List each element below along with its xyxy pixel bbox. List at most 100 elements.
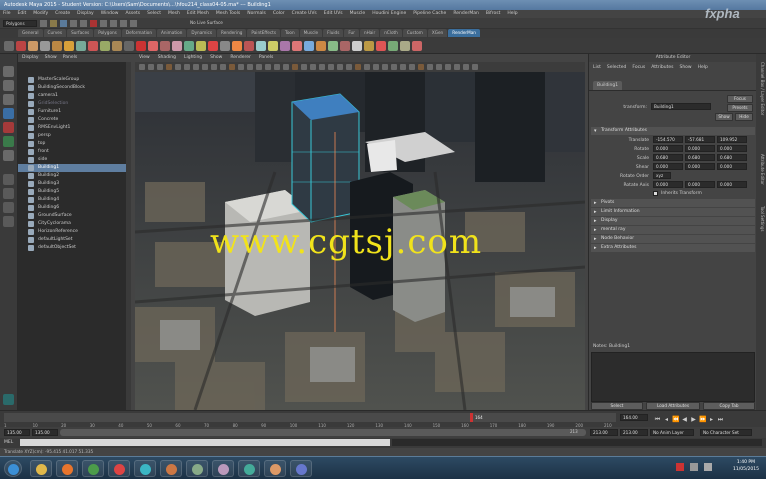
viewport-tool-icon[interactable] [184, 64, 190, 70]
outliner-item[interactable]: front [18, 148, 126, 156]
presets-button[interactable]: Presets [727, 104, 753, 112]
app-task-icon[interactable] [212, 460, 234, 477]
anim-end-field[interactable]: 213.00 [620, 429, 648, 436]
viewport-tool-icon[interactable] [400, 64, 406, 70]
menu-select[interactable]: Select [147, 10, 161, 18]
shelf-tab-polygons[interactable]: Polygons [94, 29, 121, 37]
app-task-icon[interactable] [290, 460, 312, 477]
viewport-tool-icon[interactable] [418, 64, 424, 70]
translate-x-field[interactable]: -154.570 [653, 136, 683, 143]
scale-x-field[interactable]: 0.680 [653, 154, 683, 161]
taskbar-clock[interactable]: 1:40 PM 11/05/2015 [733, 459, 759, 473]
outliner-item[interactable]: RMSEnvLight1 [18, 124, 126, 132]
select-mode-icon[interactable] [90, 20, 97, 27]
section-transform-attributes[interactable]: Transform Attributes [591, 127, 755, 135]
playback-end-field[interactable]: 213.00 [590, 429, 618, 436]
shelf-tool-icon[interactable] [388, 41, 398, 51]
shelf-tool-icon[interactable] [256, 41, 266, 51]
attr-menu-show[interactable]: Show [679, 62, 691, 74]
outliner-item[interactable]: Building3 [18, 180, 126, 188]
character-set-dropdown[interactable]: No Character Set [700, 429, 752, 436]
last-tool-icon[interactable] [3, 150, 14, 161]
viewport-menu-show[interactable]: Show [210, 54, 222, 62]
explorer-task-icon[interactable] [30, 460, 52, 477]
renderman-settings-icon[interactable] [40, 41, 50, 51]
shelf-tab-deformation[interactable]: Deformation [121, 29, 156, 37]
outliner-item[interactable]: GroundSurface [18, 212, 126, 220]
mel-input[interactable] [20, 439, 390, 446]
select-tool-icon[interactable] [3, 66, 14, 77]
shelf-tool-icon[interactable] [220, 41, 230, 51]
viewport-tool-icon[interactable] [427, 64, 433, 70]
viewport-tool-icon[interactable] [292, 64, 298, 70]
viewport-tool-icon[interactable] [274, 64, 280, 70]
shelf-tab-nhair[interactable]: nHair [359, 29, 380, 37]
translate-z-field[interactable]: 109.952 [717, 136, 747, 143]
outliner-item[interactable]: Building4 [18, 196, 126, 204]
menu-normals[interactable]: Normals [247, 10, 266, 18]
step-back-icon[interactable]: ◂ [663, 416, 670, 423]
viewport-tool-icon[interactable] [382, 64, 388, 70]
shelf-tool-icon[interactable] [124, 41, 134, 51]
notification-icon[interactable] [676, 463, 684, 471]
outliner-menu-show[interactable]: Show [45, 54, 57, 62]
play-forward-icon[interactable]: ▶ [690, 416, 697, 423]
start-button[interactable] [4, 460, 22, 477]
shelf-tab-surfaces[interactable]: Surfaces [67, 29, 94, 37]
live-surface-label[interactable]: No Live Surface [190, 20, 223, 25]
shelf-tool-icon[interactable] [280, 41, 290, 51]
playback-start-field[interactable]: 135.00 [32, 429, 58, 436]
tab-building1[interactable]: Building1 [593, 81, 623, 90]
notes-textarea[interactable] [591, 352, 755, 402]
menu-mesh-tools[interactable]: Mesh Tools [216, 10, 240, 18]
shelf-tab-toon[interactable]: Toon [281, 29, 299, 37]
transform-name-field[interactable]: Building1 [651, 103, 711, 110]
select-button[interactable]: Select [591, 402, 643, 410]
viewport-tool-icon[interactable] [193, 64, 199, 70]
viewport-menu-panels[interactable]: Panels [259, 54, 273, 62]
current-frame-field[interactable]: 164.00 [620, 414, 648, 421]
outliner-item[interactable]: persp [18, 132, 126, 140]
viewport-tool-icon[interactable] [355, 64, 361, 70]
scale-z-field[interactable]: 0.680 [717, 154, 747, 161]
menu-muscle[interactable]: Muscle [350, 10, 366, 18]
step-forward-icon[interactable]: ▸ [708, 416, 715, 423]
section-display[interactable]: Display [591, 217, 755, 225]
shelf-tool-icon[interactable] [244, 41, 254, 51]
viewport-tool-icon[interactable] [463, 64, 469, 70]
attr-menu-focus[interactable]: Focus [632, 62, 645, 74]
outliner-item[interactable]: Building2 [18, 172, 126, 180]
menu-mesh[interactable]: Mesh [168, 10, 180, 18]
viewport-tool-icon[interactable] [364, 64, 370, 70]
shelf-tool-icon[interactable] [268, 41, 278, 51]
section-extra-attributes[interactable]: Extra Attributes [591, 244, 755, 252]
anim-layer-dropdown[interactable]: No Anim Layer [650, 429, 694, 436]
viewport-tool-icon[interactable] [301, 64, 307, 70]
viewport-tool-icon[interactable] [148, 64, 154, 70]
render-icon[interactable] [130, 20, 137, 27]
app-task-icon[interactable] [238, 460, 260, 477]
chrome-task-icon[interactable] [82, 460, 104, 477]
shelf-tab-muscle[interactable]: Muscle [299, 29, 323, 37]
shelf-tool-icon[interactable] [208, 41, 218, 51]
open-scene-icon[interactable] [50, 20, 57, 27]
firefox-task-icon[interactable] [56, 460, 78, 477]
translate-y-field[interactable]: -57.681 [685, 136, 715, 143]
outliner-item[interactable]: Building6 [18, 204, 126, 212]
shelf-tab-painteffects[interactable]: PaintEffects [247, 29, 281, 37]
layout-outliner-icon[interactable] [3, 216, 14, 227]
menu-file[interactable]: File [3, 10, 11, 18]
menu-display[interactable]: Display [77, 10, 94, 18]
menu-window[interactable]: Window [101, 10, 119, 18]
shelf-tool-icon[interactable] [232, 41, 242, 51]
viewport-tool-icon[interactable] [283, 64, 289, 70]
menu-create-uvs[interactable]: Create UVs [292, 10, 317, 18]
menu-edit-uvs[interactable]: Edit UVs [324, 10, 343, 18]
redo-icon[interactable] [80, 20, 87, 27]
menu-create[interactable]: Create [55, 10, 70, 18]
shelf-tool-icon[interactable] [400, 41, 410, 51]
shelf-tool-icon[interactable] [352, 41, 362, 51]
menu-pipeline-cache[interactable]: Pipeline Cache [413, 10, 446, 18]
rotate-axis-x-field[interactable]: 0.000 [653, 181, 683, 188]
rotate-x-field[interactable]: 0.000 [653, 145, 683, 152]
